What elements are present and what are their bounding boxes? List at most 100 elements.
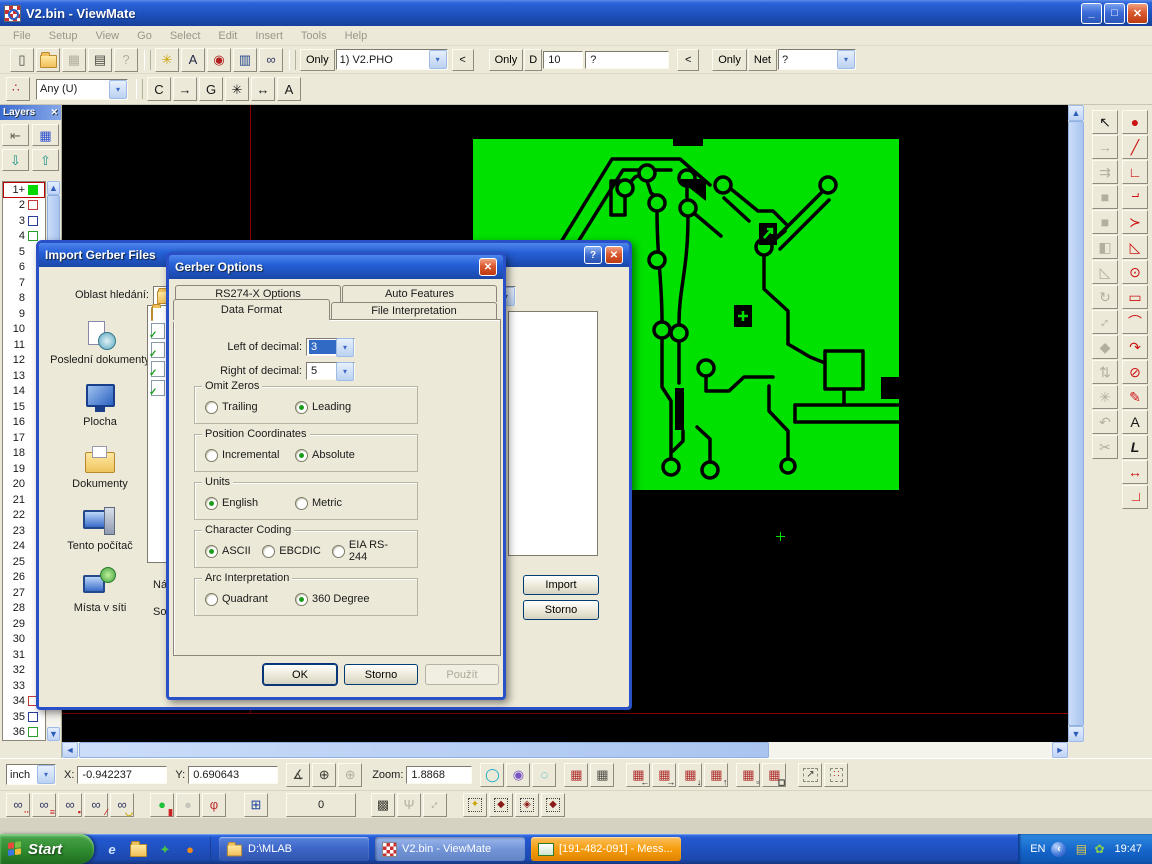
import-cancel-button[interactable]: Storno xyxy=(523,600,599,620)
diamond-edit-button[interactable]: ◈ xyxy=(515,793,539,817)
chevron-down-icon[interactable]: ▾ xyxy=(336,338,354,357)
insert-dimension-tool[interactable]: ↔ xyxy=(1122,460,1148,484)
prev-layer-button[interactable]: < xyxy=(452,49,474,71)
swap-horizontal-button[interactable]: ↔ xyxy=(251,77,275,101)
insert-corner-tool[interactable]: ⌐ xyxy=(1122,185,1148,209)
scroll-down-icon[interactable]: ▼ xyxy=(1068,726,1084,742)
ok-button[interactable]: OK xyxy=(263,664,337,685)
insert-corner-bracket-tool[interactable]: ∟ xyxy=(1122,485,1148,509)
tile-view-button[interactable]: ⊞ xyxy=(244,793,268,817)
select-pattern-button[interactable]: ∷ xyxy=(824,763,848,787)
chevron-down-icon[interactable]: ▾ xyxy=(837,50,855,69)
aperture-list-button[interactable]: A xyxy=(181,48,205,72)
import-button[interactable]: Import xyxy=(523,575,599,595)
zoom-grid-button[interactable]: ◉ xyxy=(506,763,530,787)
tab-file-interpretation[interactable]: File Interpretation xyxy=(331,302,497,319)
task-viewmate[interactable]: V2.bin - ViewMate xyxy=(375,837,525,861)
place-desktop[interactable]: Plocha xyxy=(45,381,155,428)
insert-label-tool[interactable]: L xyxy=(1122,435,1148,459)
gerber-file-icon[interactable] xyxy=(151,323,165,339)
layers-panel-header[interactable]: Layers ✕ xyxy=(0,105,61,120)
insert-line-tool[interactable]: ╱ xyxy=(1122,135,1148,159)
radio-leading[interactable]: Leading xyxy=(295,401,385,414)
gerber-file-icon[interactable] xyxy=(151,342,165,358)
insert-curve-tool[interactable]: ↷ xyxy=(1122,335,1148,359)
view-trace-button[interactable]: ∞∕ xyxy=(84,793,108,817)
horizontal-scroll-thumb[interactable] xyxy=(79,742,769,758)
minimize-button[interactable]: _ xyxy=(1081,3,1102,24)
layer-color-swatch[interactable] xyxy=(28,727,38,737)
insert-arrow-tool[interactable]: ≻ xyxy=(1122,210,1148,234)
print-button[interactable]: ▤ xyxy=(88,48,112,72)
layer-row-36[interactable]: 36 xyxy=(3,725,45,741)
item-type-combo[interactable]: Any (U) ▾ xyxy=(36,79,128,100)
tab-data-format[interactable]: Data Format xyxy=(173,299,330,320)
highlight-off-button[interactable]: ● xyxy=(176,793,200,817)
layer-combo[interactable]: 1) V2.PHO ▾ xyxy=(336,49,448,70)
vertical-scroll-thumb[interactable] xyxy=(1068,121,1084,726)
dialog-help-button[interactable]: ? xyxy=(584,246,602,264)
only-layer-button[interactable]: Only xyxy=(300,49,335,71)
canvas-vertical-scrollbar[interactable]: ▲ ▼ xyxy=(1068,105,1084,742)
insert-sketch-tool[interactable]: ✎ xyxy=(1122,385,1148,409)
diamond-move-button[interactable]: ◆ xyxy=(541,793,565,817)
insert-triangle-tool[interactable]: ◺ xyxy=(1122,235,1148,259)
menu-view[interactable]: View xyxy=(86,28,128,44)
task-dmlab[interactable]: D:\MLAB xyxy=(219,837,369,861)
menu-file[interactable]: File xyxy=(4,28,40,44)
chevron-down-icon[interactable]: ▾ xyxy=(37,765,55,784)
chevron-down-icon[interactable]: ▾ xyxy=(429,50,447,69)
grid-display-button[interactable]: ▦ xyxy=(590,763,614,787)
diamond-select-button[interactable]: ◆ xyxy=(489,793,513,817)
grid-area-button[interactable]: ▦▫ xyxy=(736,763,760,787)
close-icon[interactable]: ✕ xyxy=(50,107,58,118)
gerber-dialog-titlebar[interactable]: Gerber Options ✕ xyxy=(169,255,503,279)
layer-row-2[interactable]: 2 xyxy=(3,198,45,214)
layer-color-swatch[interactable] xyxy=(28,712,38,722)
only-net-button[interactable]: Only xyxy=(712,49,747,71)
ie-quicklaunch-button[interactable]: e xyxy=(102,838,122,860)
layer-table-button[interactable]: ▦ xyxy=(32,124,59,146)
dcode-input[interactable]: 10 xyxy=(543,51,583,69)
scroll-up-icon[interactable]: ▲ xyxy=(1068,105,1084,121)
zoom-tool-button[interactable]: ◯ xyxy=(480,763,504,787)
layer-colors-button[interactable]: ▥ xyxy=(233,48,257,72)
dock-layers-button[interactable]: ⇤ xyxy=(2,124,29,146)
language-indicator[interactable]: EN xyxy=(1030,843,1045,855)
open-file-button[interactable] xyxy=(36,48,60,72)
layer-color-swatch[interactable] xyxy=(28,200,38,210)
layer-row-35[interactable]: 35 xyxy=(3,709,45,725)
view-pads-button[interactable]: ∞∙∙ xyxy=(6,793,30,817)
select-window-button[interactable]: ↗ xyxy=(798,763,822,787)
menu-select[interactable]: Select xyxy=(161,28,210,44)
layer-row-1plus[interactable]: 1+ xyxy=(3,182,45,198)
cancel-button[interactable]: Storno xyxy=(344,664,418,685)
insert-text-tool[interactable]: A xyxy=(1122,410,1148,434)
explorer-quicklaunch-button[interactable] xyxy=(127,838,150,860)
origin-button[interactable]: ⊕ xyxy=(312,763,336,787)
net-combo[interactable]: ? ▾ xyxy=(778,49,856,70)
radio-metric[interactable]: Metric xyxy=(295,497,385,510)
radio-trailing[interactable]: Trailing xyxy=(205,401,295,414)
insert-rectangle-tool[interactable]: ▭ xyxy=(1122,285,1148,309)
gerber-file-icon[interactable] xyxy=(151,380,165,396)
text-a-button[interactable]: A xyxy=(277,77,301,101)
radio-360-degree[interactable]: 360 Degree xyxy=(295,593,385,606)
view-flash-button[interactable]: ∞▪ xyxy=(58,793,82,817)
scroll-left-icon[interactable]: ◄ xyxy=(62,742,78,758)
start-button[interactable]: Start xyxy=(0,834,94,864)
dcode-view-button[interactable]: ◉ xyxy=(207,48,231,72)
dcode-query-input[interactable]: ? xyxy=(585,51,669,69)
place-recent-documents[interactable]: Poslední dokumenty xyxy=(45,319,155,366)
menu-insert[interactable]: Insert xyxy=(246,28,292,44)
radio-ebcdic[interactable]: EBCDIC xyxy=(262,545,319,558)
prev-net-button[interactable]: < xyxy=(677,49,699,71)
task-messenger[interactable]: [191-482-091] - Mess... xyxy=(531,837,681,861)
maximize-button[interactable]: □ xyxy=(1104,3,1125,24)
goto-arrow-button[interactable]: → xyxy=(173,77,197,101)
layer-color-swatch[interactable] xyxy=(28,231,38,241)
place-computer[interactable]: Tento počítač xyxy=(45,505,155,552)
close-button[interactable]: ✕ xyxy=(1127,3,1148,24)
x-coordinate-field[interactable]: -0.942237 xyxy=(77,766,167,784)
pan-left-button[interactable]: ▦← xyxy=(626,763,650,787)
